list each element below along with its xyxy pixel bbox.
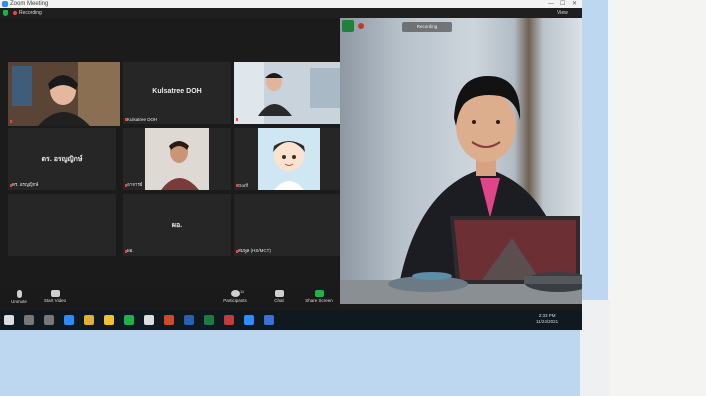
view-button[interactable]: View (557, 9, 568, 17)
start-video-label: Start Video (43, 298, 67, 303)
system-clock[interactable]: 2:33 PM 11/24/2021 (536, 313, 558, 325)
meeting-toolbar: Unmute Start Video Participants 11 Chat … (0, 288, 340, 308)
search-icon[interactable] (24, 315, 34, 325)
participant-center-name: ผอ. (171, 222, 183, 229)
start-video-button[interactable]: Start Video (38, 290, 72, 306)
participants-count: 11 (240, 289, 245, 294)
edge-browser-icon[interactable] (64, 315, 74, 325)
video-tile-7[interactable] (8, 194, 116, 256)
unmute-label: Unmute (11, 299, 27, 304)
chat-bubble-icon (274, 290, 284, 297)
line-app-icon[interactable] (124, 315, 134, 325)
speaker-recording-badge: Recording (402, 22, 452, 32)
video-tile-1[interactable] (8, 62, 120, 126)
chat-button[interactable]: Chat (262, 290, 296, 306)
notepad-icon[interactable] (144, 315, 154, 325)
video-tile-3[interactable]: นายแพทย์ (234, 62, 342, 124)
desk-background (608, 0, 706, 396)
zoom-app-icon (2, 1, 8, 7)
participants-icon (230, 290, 240, 297)
app-taskbar-icon[interactable] (264, 315, 274, 325)
mic-muted-icon (10, 120, 12, 123)
file-explorer-icon[interactable] (84, 315, 94, 325)
security-shield-icon[interactable] (3, 10, 8, 16)
desk-paper (580, 300, 610, 396)
video-camera-icon (50, 290, 60, 297)
share-screen-label: Share Screen (305, 298, 333, 303)
start-menu-icon[interactable] (4, 315, 14, 325)
video-tile-4[interactable]: ดร. อรญญิกษ์ ดร. อรญญิกษ์ (8, 128, 116, 190)
participant-name: ดร. อรญญิกษ์ (12, 182, 39, 187)
participant-name: ผอ. (127, 248, 134, 253)
word-icon[interactable] (184, 315, 194, 325)
speaker-security-icon (342, 20, 354, 32)
video-tile-8[interactable]: ผอ. ผอ. (123, 194, 231, 256)
unmute-button[interactable]: Unmute (2, 290, 36, 306)
gallery-view: Kulsatree DOH Kulsatree DOH นายแพทย์ ดร.… (0, 58, 342, 290)
share-screen-button[interactable]: Share Screen (302, 290, 336, 306)
video-tile-5[interactable]: อาจารย์ (123, 128, 231, 190)
video-tile-6[interactable]: Gorff (234, 128, 342, 190)
share-screen-icon (314, 290, 324, 297)
participant-name: Kulsatree DOH (127, 117, 158, 122)
minimize-button[interactable]: — (548, 0, 554, 8)
powerpoint-icon[interactable] (164, 315, 174, 325)
speaker-video-frame (340, 18, 582, 304)
maximize-button[interactable]: ☐ (560, 0, 565, 8)
participant-center-name: ดร. อรญญิกษ์ (41, 156, 83, 163)
speaker-recording-icon (358, 23, 364, 29)
participants-button[interactable]: Participants (218, 290, 252, 306)
clock-date: 11/24/2021 (536, 319, 559, 324)
acrobat-icon[interactable] (224, 315, 234, 325)
zoom-window: Zoom Meeting — ☐ ✕ Recording View Kulsat… (0, 0, 582, 330)
video-tile-2[interactable]: Kulsatree DOH Kulsatree DOH (123, 62, 231, 124)
microphone-icon (16, 290, 22, 298)
recording-label: Recording (19, 10, 42, 16)
video-tile-9[interactable]: สมพูล (HS/MCT) (234, 194, 342, 256)
participant-name: สมพูล (HS/MCT) (238, 248, 271, 253)
windows-taskbar: 2:33 PM 11/24/2021 (0, 310, 582, 330)
title-bar: Zoom Meeting — ☐ ✕ (0, 0, 582, 8)
participant-center-name: Kulsatree DOH (152, 88, 202, 95)
active-speaker-video[interactable]: Recording (340, 18, 582, 304)
cartoon-avatar-image (234, 128, 342, 190)
chat-label: Chat (274, 298, 284, 303)
participant-name: นายแพทย์ (238, 116, 258, 121)
participants-label: Participants (223, 298, 247, 303)
window-title: Zoom Meeting (10, 1, 49, 7)
chrome-icon[interactable] (104, 315, 114, 325)
participant-video-1 (8, 62, 120, 126)
close-button[interactable]: ✕ (572, 0, 577, 8)
participant-name: อาจารย์ (127, 182, 143, 187)
participant-name: Gorff (238, 183, 248, 188)
excel-icon[interactable] (204, 315, 214, 325)
recording-dot-icon (13, 11, 17, 15)
meeting-top-bar: Recording View (0, 8, 582, 18)
zoom-taskbar-icon[interactable] (244, 315, 254, 325)
task-view-icon[interactable] (44, 315, 54, 325)
